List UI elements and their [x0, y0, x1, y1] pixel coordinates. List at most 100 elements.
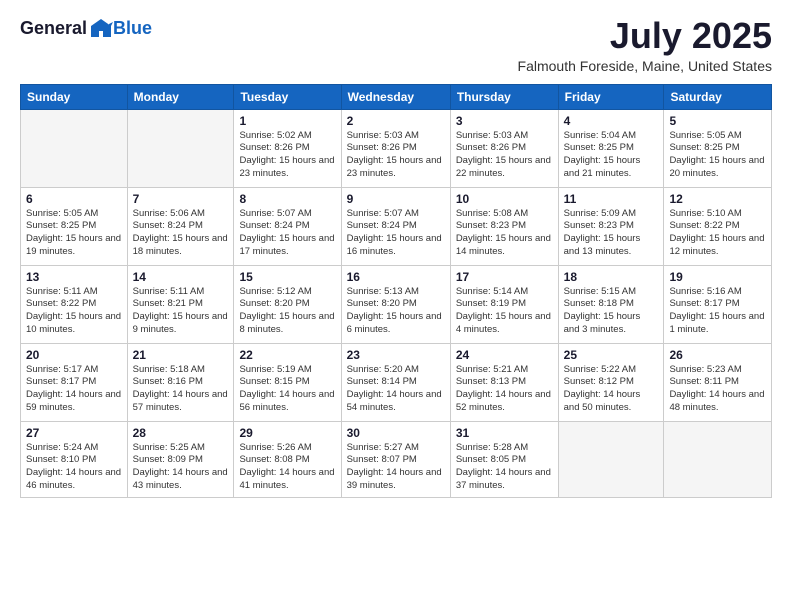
calendar-cell: 1 Sunrise: 5:02 AMSunset: 8:26 PMDaylight…: [234, 109, 341, 187]
calendar-cell: 19Sunrise: 5:16 AMSunset: 8:17 PMDayligh…: [664, 265, 772, 343]
day-info: Sunrise: 5:27 AMSunset: 8:07 PMDaylight:…: [347, 442, 445, 493]
calendar-header-wednesday: Wednesday: [341, 84, 450, 109]
day-number: 20: [26, 348, 122, 362]
day-info: Sunrise: 5:13 AMSunset: 8:20 PMDaylight:…: [347, 286, 445, 337]
day-info: Sunrise: 5:28 AMSunset: 8:05 PMDaylight:…: [456, 442, 553, 493]
day-info: Sunrise: 5:06 AMSunset: 8:24 PMDaylight:…: [133, 208, 229, 259]
calendar-cell: 26 Sunrise: 5:23 AMSunset: 8:11 PMDayligh…: [664, 343, 772, 421]
day-info: Sunrise: 5:10 AMSunset: 8:22 PMDaylight:…: [669, 208, 766, 259]
day-number: 16: [347, 270, 445, 284]
day-number: 5: [669, 114, 766, 128]
day-number: 13: [26, 270, 122, 284]
calendar-cell: [21, 109, 128, 187]
day-number: 27: [26, 426, 122, 440]
day-info: Sunrise: 5:02 AMSunset: 8:26 PMDaylight:…: [239, 130, 335, 181]
day-number: 28: [133, 426, 229, 440]
calendar-cell: 14Sunrise: 5:11 AMSunset: 8:21 PMDayligh…: [127, 265, 234, 343]
day-info: Sunrise: 5:24 AMSunset: 8:10 PMDaylight:…: [26, 442, 122, 493]
calendar-cell: 21 Sunrise: 5:18 AMSunset: 8:16 PMDayligh…: [127, 343, 234, 421]
calendar-cell: 3Sunrise: 5:03 AMSunset: 8:26 PMDaylight…: [450, 109, 558, 187]
month-year: July 2025: [518, 16, 772, 56]
day-info: Sunrise: 5:03 AMSunset: 8:26 PMDaylight:…: [347, 130, 445, 181]
calendar-cell: 2 Sunrise: 5:03 AMSunset: 8:26 PMDaylight…: [341, 109, 450, 187]
calendar-cell: 13 Sunrise: 5:11 AMSunset: 8:22 PMDayligh…: [21, 265, 128, 343]
calendar: SundayMondayTuesdayWednesdayThursdayFrid…: [20, 84, 772, 498]
calendar-cell: 17 Sunrise: 5:14 AMSunset: 8:19 PMDayligh…: [450, 265, 558, 343]
day-number: 17: [456, 270, 553, 284]
page: General Blue July 2025 Falmouth Foreside…: [0, 0, 792, 612]
day-info: Sunrise: 5:16 AMSunset: 8:17 PMDaylight:…: [669, 286, 766, 337]
calendar-header-row: SundayMondayTuesdayWednesdayThursdayFrid…: [21, 84, 772, 109]
day-number: 2: [347, 114, 445, 128]
day-number: 26: [669, 348, 766, 362]
calendar-cell: 18Sunrise: 5:15 AMSunset: 8:18 PMDayligh…: [558, 265, 664, 343]
day-info: Sunrise: 5:04 AMSunset: 8:25 PMDaylight:…: [564, 130, 659, 181]
calendar-cell: [664, 421, 772, 497]
day-info: Sunrise: 5:11 AMSunset: 8:22 PMDaylight:…: [26, 286, 122, 337]
calendar-cell: 11 Sunrise: 5:09 AMSunset: 8:23 PMDayligh…: [558, 187, 664, 265]
header: General Blue July 2025 Falmouth Foreside…: [20, 16, 772, 74]
day-number: 10: [456, 192, 553, 206]
calendar-cell: 6Sunrise: 5:05 AMSunset: 8:25 PMDaylight…: [21, 187, 128, 265]
calendar-cell: 16 Sunrise: 5:13 AMSunset: 8:20 PMDayligh…: [341, 265, 450, 343]
day-number: 18: [564, 270, 659, 284]
calendar-header-thursday: Thursday: [450, 84, 558, 109]
calendar-week-3: 13 Sunrise: 5:11 AMSunset: 8:22 PMDayligh…: [21, 265, 772, 343]
logo-general-text: General: [20, 18, 87, 39]
calendar-cell: 22 Sunrise: 5:19 AMSunset: 8:15 PMDayligh…: [234, 343, 341, 421]
day-number: 15: [239, 270, 335, 284]
calendar-week-5: 27 Sunrise: 5:24 AMSunset: 8:10 PMDayligh…: [21, 421, 772, 497]
logo-icon: [89, 16, 113, 40]
day-info: Sunrise: 5:12 AMSunset: 8:20 PMDaylight:…: [239, 286, 335, 337]
calendar-cell: 12 Sunrise: 5:10 AMSunset: 8:22 PMDayligh…: [664, 187, 772, 265]
calendar-cell: [127, 109, 234, 187]
day-number: 29: [239, 426, 335, 440]
day-info: Sunrise: 5:07 AMSunset: 8:24 PMDaylight:…: [239, 208, 335, 259]
calendar-cell: 4 Sunrise: 5:04 AMSunset: 8:25 PMDaylight…: [558, 109, 664, 187]
day-number: 8: [239, 192, 335, 206]
day-info: Sunrise: 5:14 AMSunset: 8:19 PMDaylight:…: [456, 286, 553, 337]
calendar-header-sunday: Sunday: [21, 84, 128, 109]
day-number: 24: [456, 348, 553, 362]
day-number: 21: [133, 348, 229, 362]
day-number: 25: [564, 348, 659, 362]
logo: General Blue: [20, 16, 152, 40]
day-number: 1: [239, 114, 335, 128]
calendar-cell: 15 Sunrise: 5:12 AMSunset: 8:20 PMDayligh…: [234, 265, 341, 343]
day-info: Sunrise: 5:18 AMSunset: 8:16 PMDaylight:…: [133, 364, 229, 415]
day-info: Sunrise: 5:09 AMSunset: 8:23 PMDaylight:…: [564, 208, 659, 259]
day-info: Sunrise: 5:25 AMSunset: 8:09 PMDaylight:…: [133, 442, 229, 493]
day-number: 31: [456, 426, 553, 440]
day-number: 12: [669, 192, 766, 206]
calendar-cell: 23Sunrise: 5:20 AMSunset: 8:14 PMDayligh…: [341, 343, 450, 421]
calendar-cell: 10Sunrise: 5:08 AMSunset: 8:23 PMDayligh…: [450, 187, 558, 265]
title-block: July 2025 Falmouth Foreside, Maine, Unit…: [518, 16, 772, 74]
calendar-cell: 9 Sunrise: 5:07 AMSunset: 8:24 PMDaylight…: [341, 187, 450, 265]
calendar-cell: 28 Sunrise: 5:25 AMSunset: 8:09 PMDayligh…: [127, 421, 234, 497]
day-info: Sunrise: 5:03 AMSunset: 8:26 PMDaylight:…: [456, 130, 553, 181]
calendar-week-4: 20 Sunrise: 5:17 AMSunset: 8:17 PMDayligh…: [21, 343, 772, 421]
day-info: Sunrise: 5:19 AMSunset: 8:15 PMDaylight:…: [239, 364, 335, 415]
day-info: Sunrise: 5:26 AMSunset: 8:08 PMDaylight:…: [239, 442, 335, 493]
calendar-cell: 5 Sunrise: 5:05 AMSunset: 8:25 PMDaylight…: [664, 109, 772, 187]
day-info: Sunrise: 5:11 AMSunset: 8:21 PMDaylight:…: [133, 286, 229, 337]
day-info: Sunrise: 5:22 AMSunset: 8:12 PMDaylight:…: [564, 364, 659, 415]
day-info: Sunrise: 5:17 AMSunset: 8:17 PMDaylight:…: [26, 364, 122, 415]
day-info: Sunrise: 5:23 AMSunset: 8:11 PMDaylight:…: [669, 364, 766, 415]
day-number: 4: [564, 114, 659, 128]
day-number: 6: [26, 192, 122, 206]
calendar-cell: [558, 421, 664, 497]
calendar-cell: 24Sunrise: 5:21 AMSunset: 8:13 PMDayligh…: [450, 343, 558, 421]
day-number: 22: [239, 348, 335, 362]
calendar-cell: 8 Sunrise: 5:07 AMSunset: 8:24 PMDaylight…: [234, 187, 341, 265]
day-number: 30: [347, 426, 445, 440]
calendar-week-2: 6Sunrise: 5:05 AMSunset: 8:25 PMDaylight…: [21, 187, 772, 265]
calendar-cell: 29 Sunrise: 5:26 AMSunset: 8:08 PMDayligh…: [234, 421, 341, 497]
calendar-header-friday: Friday: [558, 84, 664, 109]
day-info: Sunrise: 5:07 AMSunset: 8:24 PMDaylight:…: [347, 208, 445, 259]
day-number: 9: [347, 192, 445, 206]
calendar-header-saturday: Saturday: [664, 84, 772, 109]
day-info: Sunrise: 5:05 AMSunset: 8:25 PMDaylight:…: [669, 130, 766, 181]
day-number: 11: [564, 192, 659, 206]
calendar-cell: 27 Sunrise: 5:24 AMSunset: 8:10 PMDayligh…: [21, 421, 128, 497]
